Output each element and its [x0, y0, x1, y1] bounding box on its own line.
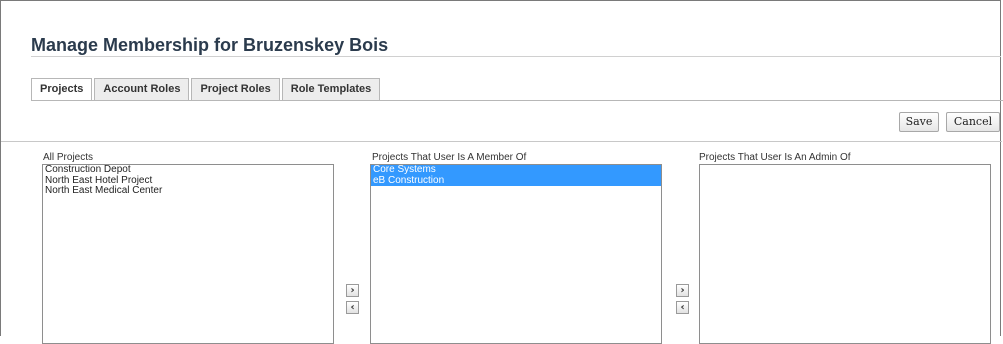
- tab-bar: Projects Account Roles Project Roles Rol…: [31, 78, 382, 101]
- chevron-left-icon: ‹: [350, 302, 355, 313]
- add-to-member-button[interactable]: ›: [346, 284, 359, 297]
- content-divider: [1, 141, 1002, 142]
- list-item[interactable]: North East Medical Center: [43, 185, 333, 197]
- page-title: Manage Membership for Bruzenskey Bois: [31, 35, 389, 55]
- chevron-left-icon: ‹: [680, 302, 685, 313]
- tab-project-roles[interactable]: Project Roles: [191, 78, 280, 100]
- admin-projects-list[interactable]: [699, 164, 991, 344]
- save-button[interactable]: Save: [899, 112, 939, 132]
- member-projects-list[interactable]: Core Systems eB Construction: [370, 164, 662, 344]
- cancel-button[interactable]: Cancel: [946, 112, 1000, 132]
- tab-role-templates[interactable]: Role Templates: [281, 78, 381, 100]
- title-divider: [31, 56, 1001, 57]
- tab-account-roles[interactable]: Account Roles: [94, 78, 190, 100]
- chevron-right-icon: ›: [350, 285, 355, 296]
- list-item[interactable]: Construction Depot: [43, 165, 333, 176]
- list-item[interactable]: eB Construction: [371, 175, 661, 186]
- add-to-admin-button[interactable]: ›: [676, 284, 689, 297]
- admin-projects-label: Projects That User Is An Admin Of: [699, 152, 851, 163]
- member-projects-label: Projects That User Is A Member Of: [372, 152, 527, 163]
- remove-from-admin-button[interactable]: ‹: [676, 301, 689, 314]
- tab-projects[interactable]: Projects: [31, 78, 93, 101]
- dialog-frame: Manage Membership for Bruzenskey Bois Pr…: [0, 0, 1003, 344]
- all-projects-label: All Projects: [43, 152, 94, 163]
- remove-from-member-button[interactable]: ‹: [346, 301, 359, 314]
- tabs-divider: [31, 100, 1003, 101]
- all-projects-list[interactable]: Construction Depot North East Hotel Proj…: [42, 164, 334, 344]
- list-item[interactable]: Core Systems: [371, 165, 661, 176]
- chevron-right-icon: ›: [680, 285, 685, 296]
